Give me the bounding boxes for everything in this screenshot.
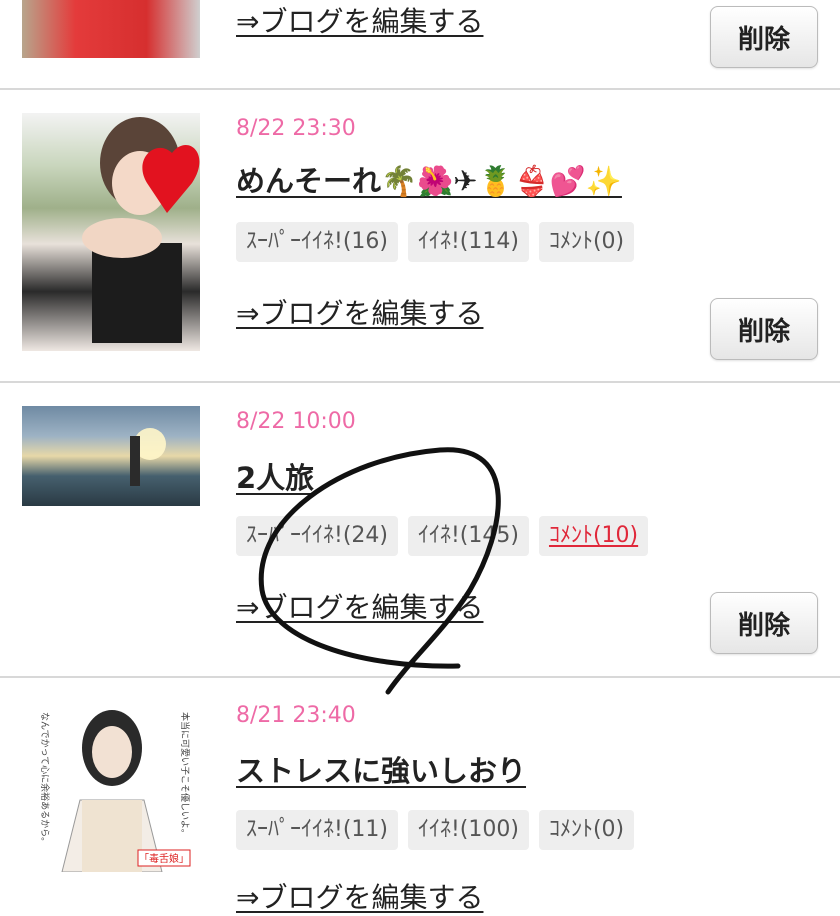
blog-thumbnail[interactable] [22,406,200,506]
post-title[interactable]: ストレスに強いしおり [236,748,526,790]
photo-illustration [82,117,200,343]
post-title[interactable]: めんそーれ🌴🌺✈🍍👙💕✨ [236,158,622,200]
divider [0,676,840,678]
poster-stamp: 「毒舌娘」 [139,852,189,865]
reaction-badges: ｽｰﾊﾟｰｲｲﾈ!(16) ｲｲﾈ!(114) ｺﾒﾝﾄ(0) [236,222,635,262]
post-date: 8/21 23:40 [236,703,356,728]
reaction-badges: ｽｰﾊﾟｰｲｲﾈ!(24) ｲｲﾈ!(145) ｺﾒﾝﾄ(10) [236,516,649,556]
blog-thumbnail[interactable] [22,0,200,58]
like-badge[interactable]: ｲｲﾈ!(145) [407,516,529,556]
delete-button[interactable]: 削除 [710,592,818,654]
super-like-badge[interactable]: ｽｰﾊﾟｰｲｲﾈ!(16) [236,222,398,262]
poster-illustration: 「毒舌娘」 なんでかって心に余裕あるから。 本当に可愛い子こそ優しいよ。 [39,710,191,872]
comment-badge[interactable]: ｺﾒﾝﾄ(10) [538,516,649,556]
super-like-badge[interactable]: ｽｰﾊﾟｰｲｲﾈ!(24) [236,516,398,556]
comment-badge[interactable]: ｺﾒﾝﾄ(0) [538,222,635,262]
like-badge[interactable]: ｲｲﾈ!(114) [407,222,529,262]
edit-blog-link[interactable]: ⇒ブログを編集する [236,586,483,626]
poster-text-right: 本当に可愛い子こそ優しいよ。 [179,712,191,838]
reaction-badges: ｽｰﾊﾟｰｲｲﾈ!(11) ｲｲﾈ!(100) ｺﾒﾝﾄ(0) [236,810,635,850]
like-badge[interactable]: ｲｲﾈ!(100) [407,810,529,850]
divider [0,88,840,90]
blog-thumbnail[interactable]: 「毒舌娘」 なんでかって心に余裕あるから。 本当に可愛い子こそ優しいよ。 [22,700,200,872]
blog-thumbnail[interactable] [22,113,200,351]
delete-button[interactable]: 削除 [710,6,818,68]
post-title[interactable]: 2人旅 [236,455,314,497]
poster-text-left: なんでかって心に余裕あるから。 [39,712,51,846]
edit-blog-link[interactable]: ⇒ブログを編集する [236,876,483,916]
divider [0,381,840,383]
comment-badge[interactable]: ｺﾒﾝﾄ(0) [538,810,635,850]
super-like-badge[interactable]: ｽｰﾊﾟｰｲｲﾈ!(11) [236,810,398,850]
edit-blog-link[interactable]: ⇒ブログを編集する [236,0,483,40]
delete-button[interactable]: 削除 [710,298,818,360]
post-date: 8/22 10:00 [236,409,356,434]
photo-illustration [130,428,166,486]
edit-blog-link[interactable]: ⇒ブログを編集する [236,292,483,332]
post-date: 8/22 23:30 [236,116,356,141]
